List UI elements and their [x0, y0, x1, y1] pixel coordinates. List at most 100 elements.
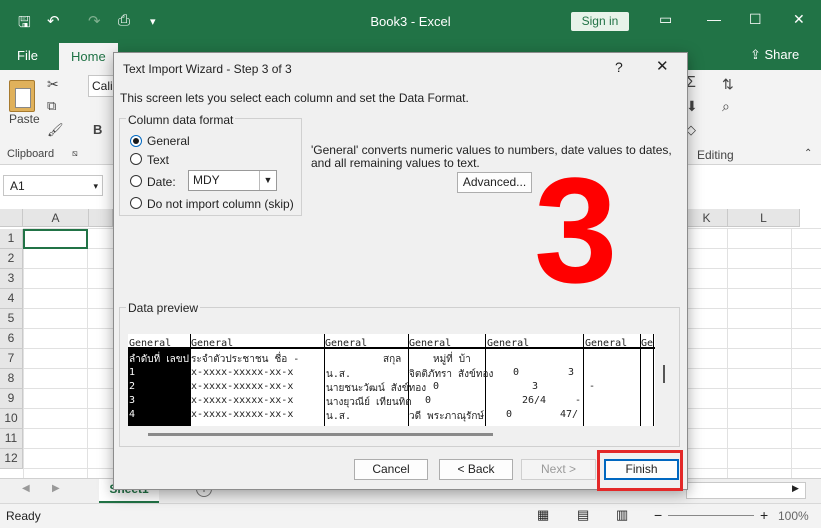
paste-label[interactable]: Paste — [9, 112, 40, 126]
sort-filter-icon[interactable]: ⇅ — [722, 76, 734, 93]
copy-icon[interactable]: ⧉ — [47, 98, 56, 114]
close-icon[interactable]: ✕ — [793, 11, 805, 28]
help-button[interactable]: ? — [615, 59, 623, 75]
row-header-12[interactable]: 12 — [0, 449, 23, 469]
back-button[interactable]: < Back — [439, 459, 513, 480]
share-button[interactable]: ⇪ Share — [750, 47, 799, 63]
general-radio-label[interactable]: General — [147, 134, 190, 148]
cut-icon[interactable]: ✂ — [47, 76, 59, 93]
tab-file[interactable]: File — [17, 48, 38, 63]
zoom-out-icon[interactable]: − — [654, 507, 662, 523]
bold-icon[interactable]: B — [93, 122, 102, 137]
row-header-7[interactable]: 7 — [0, 349, 23, 369]
column-divider[interactable] — [324, 334, 325, 426]
preview-cell: นางยุวณีย์ เทียนทิด — [326, 397, 412, 408]
format-painter-icon[interactable]: 🖌 — [47, 122, 64, 138]
scroll-tabs-right-icon[interactable]: ▶ — [52, 483, 60, 494]
select-all-corner[interactable] — [0, 209, 23, 227]
preview-cell: 0 — [433, 381, 440, 392]
ribbon-display-icon[interactable]: ▭ — [659, 11, 672, 28]
window-title: Book3 - Excel — [370, 14, 451, 29]
active-cell-a1[interactable] — [23, 229, 88, 249]
preview-cell: สกุล — [383, 354, 402, 365]
share-label: Share — [764, 47, 800, 62]
column-header[interactable] — [89, 209, 113, 227]
restore-icon[interactable]: ☐ — [749, 11, 762, 28]
zoom-level[interactable]: 100% — [778, 509, 809, 523]
date-radio-label[interactable]: Date: — [147, 175, 176, 189]
preview-cell: 1 — [129, 367, 136, 378]
row-header-1[interactable]: 1 — [0, 229, 23, 249]
date-radio[interactable] — [130, 175, 142, 187]
preview-cell: x-xxxx-xxxxx-xx-x — [191, 367, 294, 378]
name-box-dropdown-icon[interactable]: ▾ — [93, 176, 98, 197]
preview-cell: หมู่ที่ บ้า — [433, 354, 471, 365]
normal-view-icon[interactable]: ▦ — [537, 507, 549, 523]
skip-radio-label[interactable]: Do not import column (skip) — [147, 197, 294, 211]
row-header-2[interactable]: 2 — [0, 249, 23, 269]
name-box-value: A1 — [10, 179, 25, 193]
column-divider[interactable] — [640, 334, 641, 426]
preview-cell: x-xxxx-xxxxx-xx-x — [191, 381, 294, 392]
date-format-value: MDY — [193, 173, 220, 187]
preview-cell: 2 — [129, 381, 136, 392]
next-button[interactable]: Next > — [521, 459, 596, 480]
preview-cell: วดี พระภาณุรักษ์ — [409, 411, 484, 422]
preview-vertical-scrollbar[interactable] — [663, 365, 665, 383]
skip-radio[interactable] — [130, 197, 142, 209]
preview-cell: น.ส. — [326, 369, 351, 380]
title-bar: 🖫 ↶ ↷ ⎙ ▾ Book3 - Excel Sign in ▭ — ☐ ✕ — [0, 0, 821, 43]
column-header-a[interactable]: A — [23, 209, 89, 227]
row-header-10[interactable]: 10 — [0, 409, 23, 429]
row-header-9[interactable]: 9 — [0, 389, 23, 409]
find-select-icon[interactable]: ⌕ — [722, 98, 730, 115]
text-radio-label[interactable]: Text — [147, 153, 169, 167]
page-layout-view-icon[interactable]: ▤ — [577, 507, 589, 523]
collapse-ribbon-icon[interactable]: ⌃ — [804, 148, 812, 159]
clipboard-launcher-icon[interactable]: ⧅ — [72, 148, 78, 159]
format-explanation: 'General' converts numeric values to num… — [311, 143, 672, 170]
scroll-tabs-left-icon[interactable]: ◀ — [22, 483, 30, 494]
paste-icon[interactable] — [9, 80, 35, 112]
row-header-8[interactable]: 8 — [0, 369, 23, 389]
scroll-right-icon[interactable]: ▶ — [792, 483, 799, 494]
date-format-select[interactable]: MDY ▼ — [188, 170, 277, 191]
column-header-k[interactable]: K — [686, 209, 728, 227]
tab-home[interactable]: Home — [59, 43, 118, 70]
editing-group-label: Editing — [697, 148, 734, 162]
preview-horizontal-scrollbar[interactable] — [148, 433, 493, 436]
page-break-view-icon[interactable]: ▥ — [616, 507, 628, 523]
cancel-button[interactable]: Cancel — [354, 459, 428, 480]
general-radio[interactable] — [130, 135, 142, 147]
row-header-11[interactable]: 11 — [0, 429, 23, 449]
preview-cell: 0 — [513, 367, 520, 378]
dialog-close-button[interactable]: ✕ — [656, 57, 669, 75]
advanced-button[interactable]: Advanced... — [457, 172, 532, 193]
column-divider[interactable] — [653, 334, 654, 426]
status-bar: Ready ▦ ▤ ▥ − + 100% — [0, 503, 821, 528]
zoom-slider[interactable] — [668, 515, 754, 516]
row-header-6[interactable]: 6 — [0, 329, 23, 349]
chevron-down-icon[interactable]: ▼ — [259, 171, 276, 190]
name-box[interactable]: A1 ▾ — [3, 175, 103, 196]
advanced-button-label: Advanced... — [462, 175, 527, 189]
text-import-wizard-dialog: Text Import Wizard - Step 3 of 3 ? ✕ Thi… — [113, 52, 688, 490]
preview-cell: 47/ — [560, 409, 579, 420]
sign-in-button[interactable]: Sign in — [571, 12, 629, 31]
preview-cell: ลำดับที่ เลขป — [129, 354, 189, 365]
data-preview-table[interactable]: General General General General General … — [128, 334, 655, 426]
row-header-4[interactable]: 4 — [0, 289, 23, 309]
zoom-in-icon[interactable]: + — [760, 507, 768, 523]
preview-cell: 4 — [129, 409, 136, 420]
minimize-icon[interactable]: — — [707, 11, 721, 27]
preview-cell: 0 — [425, 395, 432, 406]
column-header-l[interactable]: L — [728, 209, 800, 227]
preview-cell: 3 — [129, 395, 136, 406]
preview-cell: จิตติภัทรา สังข์ทอง — [409, 369, 494, 380]
row-header-3[interactable]: 3 — [0, 269, 23, 289]
row-header-5[interactable]: 5 — [0, 309, 23, 329]
horizontal-scrollbar[interactable] — [686, 482, 806, 499]
step-number-annotation: 3 — [534, 146, 618, 314]
text-radio[interactable] — [130, 153, 142, 165]
column-divider[interactable] — [583, 334, 584, 426]
